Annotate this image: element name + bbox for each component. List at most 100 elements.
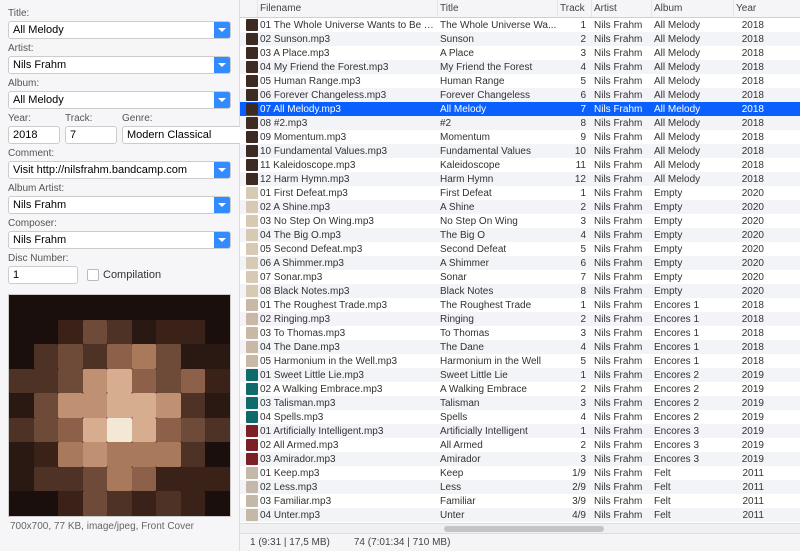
year-input[interactable] (9, 129, 60, 141)
album-combo[interactable] (8, 91, 231, 109)
table-row[interactable]: 07 All Melody.mp3All Melody7Nils FrahmAl… (240, 102, 800, 116)
table-row[interactable]: 10 Fundamental Values.mp3Fundamental Val… (240, 144, 800, 158)
table-row[interactable]: 08 #2.mp3#28Nils FrahmAll Melody2018 (240, 116, 800, 130)
table-row[interactable]: 02 Less.mp3Less2/9Nils FrahmFelt2011 (240, 480, 800, 494)
table-row[interactable]: 02 All Armed.mp3All Armed2Nils FrahmEnco… (240, 438, 800, 452)
cell-track: 7 (558, 104, 592, 115)
table-row[interactable]: 03 No Step On Wing.mp3No Step On Wing3Ni… (240, 214, 800, 228)
cell-album: Empty (652, 230, 734, 241)
composer-combo[interactable] (8, 231, 231, 249)
track-combo[interactable] (65, 126, 117, 144)
cell-filename: 03 Familiar.mp3 (258, 496, 438, 507)
table-row[interactable]: 06 A Shimmer.mp3A Shimmer6Nils FrahmEmpt… (240, 256, 800, 270)
table-row[interactable]: 01 Sweet Little Lie.mp3Sweet Little Lie1… (240, 368, 800, 382)
track-list[interactable]: 01 The Whole Universe Wants to Be Touche… (240, 18, 800, 523)
cell-title: Spells (438, 412, 558, 423)
composer-input[interactable] (9, 234, 214, 246)
cell-title: All Armed (438, 440, 558, 451)
cell-filename: 03 To Thomas.mp3 (258, 328, 438, 339)
comment-combo[interactable] (8, 161, 231, 179)
col-title[interactable]: Title (438, 0, 558, 17)
cell-album: Encores 3 (652, 426, 734, 437)
cell-artist: Nils Frahm (592, 510, 652, 521)
albumartist-dropdown-button[interactable] (214, 197, 230, 213)
table-row[interactable]: 02 Sunson.mp3Sunson2Nils FrahmAll Melody… (240, 32, 800, 46)
col-artist[interactable]: Artist (592, 0, 652, 17)
table-row[interactable]: 03 Talisman.mp3Talisman3Nils FrahmEncore… (240, 396, 800, 410)
cell-filename: 02 A Shine.mp3 (258, 202, 438, 213)
artist-combo[interactable] (8, 56, 231, 74)
cell-track: 2 (558, 34, 592, 45)
table-row[interactable]: 02 A Shine.mp3A Shine2Nils FrahmEmpty202… (240, 200, 800, 214)
table-row[interactable]: 02 A Walking Embrace.mp3A Walking Embrac… (240, 382, 800, 396)
table-row[interactable]: 07 Sonar.mp3Sonar7Nils FrahmEmpty2020 (240, 270, 800, 284)
table-row[interactable]: 05 Harmonium in the Well.mp3Harmonium in… (240, 354, 800, 368)
table-row[interactable]: 02 Ringing.mp3Ringing2Nils FrahmEncores … (240, 312, 800, 326)
cell-album: All Melody (652, 48, 734, 59)
table-row[interactable]: 05 Second Defeat.mp3Second Defeat5Nils F… (240, 242, 800, 256)
table-row[interactable]: 11 Kaleidoscope.mp3Kaleidoscope11Nils Fr… (240, 158, 800, 172)
col-track[interactable]: Track (558, 0, 592, 17)
table-row[interactable]: 04 Spells.mp3Spells4Nils FrahmEncores 22… (240, 410, 800, 424)
artist-dropdown-button[interactable] (214, 57, 230, 73)
table-row[interactable]: 03 Amirador.mp3Amirador3Nils FrahmEncore… (240, 452, 800, 466)
col-album[interactable]: Album (652, 0, 734, 17)
title-dropdown-button[interactable] (214, 22, 230, 38)
cell-artist: Nils Frahm (592, 454, 652, 465)
table-row[interactable]: 01 The Whole Universe Wants to Be Touche… (240, 18, 800, 32)
cell-title: Amirador (438, 454, 558, 465)
col-year[interactable]: Year (734, 0, 770, 17)
album-dropdown-button[interactable] (214, 92, 230, 108)
table-row[interactable]: 08 Black Notes.mp3Black Notes8Nils Frahm… (240, 284, 800, 298)
table-row[interactable]: 04 My Friend the Forest.mp3My Friend the… (240, 60, 800, 74)
discnum-input[interactable] (9, 269, 78, 281)
discnum-combo[interactable] (8, 266, 78, 284)
track-input[interactable] (66, 129, 117, 141)
compilation-checkbox[interactable] (87, 269, 99, 281)
cell-track: 1 (558, 370, 592, 381)
cell-artist: Nils Frahm (592, 76, 652, 87)
comment-input[interactable] (9, 164, 214, 176)
cell-title: Sonar (438, 272, 558, 283)
cell-year: 2019 (734, 412, 770, 423)
table-row[interactable]: 01 Artificially Intelligent.mp3Artificia… (240, 424, 800, 438)
table-row[interactable]: 09 Momentum.mp3Momentum9Nils FrahmAll Me… (240, 130, 800, 144)
table-row[interactable]: 04 The Dane.mp3The Dane4Nils FrahmEncore… (240, 340, 800, 354)
scrollbar-thumb[interactable] (444, 526, 604, 532)
cell-track: 4 (558, 412, 592, 423)
cell-title: Kaleidoscope (438, 160, 558, 171)
cell-artist: Nils Frahm (592, 384, 652, 395)
horizontal-scrollbar[interactable] (240, 523, 800, 533)
cell-title: Keep (438, 468, 558, 479)
table-row[interactable]: 06 Forever Changeless.mp3Forever Changel… (240, 88, 800, 102)
album-artwork[interactable]: NILS FRAHM ALL MELODY (8, 294, 231, 517)
albumartist-combo[interactable] (8, 196, 231, 214)
table-row[interactable]: 01 The Roughest Trade.mp3The Roughest Tr… (240, 298, 800, 312)
cell-track: 3/9 (558, 496, 592, 507)
cell-year: 2019 (734, 398, 770, 409)
cell-album: Felt (652, 510, 734, 521)
table-row[interactable]: 04 The Big O.mp3The Big O4Nils FrahmEmpt… (240, 228, 800, 242)
title-input[interactable] (9, 24, 214, 36)
comment-dropdown-button[interactable] (214, 162, 230, 178)
table-row[interactable]: 12 Harm Hymn.mp3Harm Hymn12Nils FrahmAll… (240, 172, 800, 186)
album-input[interactable] (9, 94, 214, 106)
table-row[interactable]: 03 Familiar.mp3Familiar3/9Nils FrahmFelt… (240, 494, 800, 508)
table-row[interactable]: 03 A Place.mp3A Place3Nils FrahmAll Melo… (240, 46, 800, 60)
artist-input[interactable] (9, 59, 214, 71)
table-row[interactable]: 04 Unter.mp3Unter4/9Nils FrahmFelt2011 (240, 508, 800, 522)
title-combo[interactable] (8, 21, 231, 39)
year-combo[interactable] (8, 126, 60, 144)
cell-title: Forever Changeless (438, 90, 558, 101)
table-row[interactable]: 03 To Thomas.mp3To Thomas3Nils FrahmEnco… (240, 326, 800, 340)
table-row[interactable]: 05 Human Range.mp3Human Range5Nils Frahm… (240, 74, 800, 88)
table-row[interactable]: 01 First Defeat.mp3First Defeat1Nils Fra… (240, 186, 800, 200)
composer-dropdown-button[interactable] (214, 232, 230, 248)
table-header[interactable]: Filename Title Track Artist Album Year (240, 0, 800, 18)
cell-title: My Friend the Forest (438, 62, 558, 73)
comment-label: Comment: (8, 148, 231, 159)
albumartist-input[interactable] (9, 199, 214, 211)
table-row[interactable]: 01 Keep.mp3Keep1/9Nils FrahmFelt2011 (240, 466, 800, 480)
album-swatch (246, 481, 258, 493)
col-filename[interactable]: Filename (258, 0, 438, 17)
